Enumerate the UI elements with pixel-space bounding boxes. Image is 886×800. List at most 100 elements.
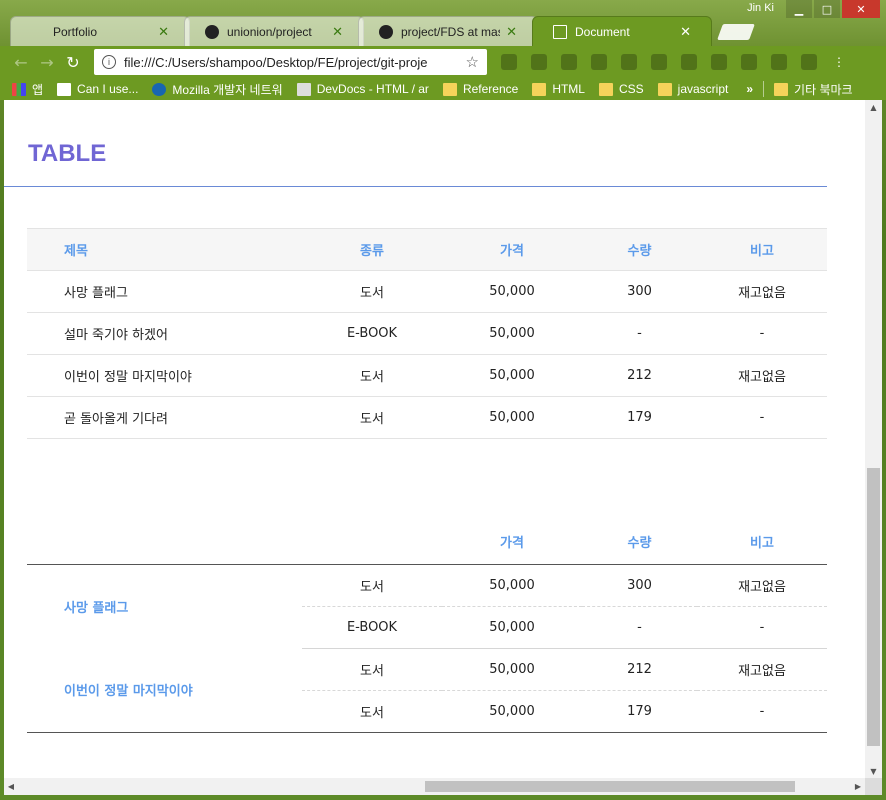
tab-close-icon[interactable]: ✕ [158, 24, 169, 40]
folder-icon [657, 82, 672, 96]
table-cell: 50,000 [489, 661, 535, 677]
bookmark-mdn[interactable]: Mozilla 개발자 네트워 [152, 81, 283, 98]
bookmark-label: 기타 북마크 [794, 82, 853, 97]
address-bar[interactable]: i file:///C:/Users/shampoo/Desktop/FE/pr… [94, 49, 487, 75]
back-button[interactable]: ← [8, 49, 34, 75]
table-cell: 도서 [302, 689, 442, 733]
table-cell: 50,000 [442, 689, 582, 733]
bookmark-apps[interactable]: 앱 [12, 81, 43, 98]
bookmark-label: DevDocs - HTML / ar [316, 82, 429, 96]
table-row: 이번이 정말 마지막이야 도서 50,000 212 재고없음 [27, 354, 827, 397]
bookmark-label: javascript [677, 82, 729, 96]
scroll-right-icon[interactable]: ▶ [851, 778, 865, 795]
table-cell: - [697, 312, 827, 355]
folder-icon [774, 82, 789, 96]
profile-name[interactable]: Jin Ki [747, 2, 774, 14]
grouped-table: 가격 수량 비고 사망 플래그 도서 50,000 300 재고없음 E-BOO… [27, 520, 827, 733]
table-cell: - [697, 396, 827, 439]
column-header: 수량 [582, 520, 697, 565]
table-cell: 설마 죽기야 하겠어 [27, 312, 302, 355]
table-cell: 이번이 정말 마지막이야 [27, 354, 302, 397]
url-text[interactable]: file:///C:/Users/shampoo/Desktop/FE/proj… [124, 55, 466, 70]
product-table: 제목 종류 가격 수량 비고 사망 플래그 도서 50,000 300 재고없음… [27, 228, 827, 439]
vertical-scrollbar[interactable]: ▲ ▼ [865, 100, 882, 778]
table-cell: 300 [627, 577, 652, 593]
tab-close-icon[interactable]: ✕ [506, 24, 517, 40]
folder-icon [532, 82, 547, 96]
table-cell: 곧 돌아올게 기다려 [27, 396, 302, 439]
column-header: 비고 [697, 520, 827, 565]
table-header-row: 가격 수량 비고 [27, 520, 827, 565]
table-cell: 300 [582, 270, 697, 313]
scroll-down-icon[interactable]: ▼ [865, 764, 882, 778]
column-header: 종류 [302, 228, 442, 271]
forward-button[interactable]: → [34, 49, 60, 75]
tab-portfolio[interactable]: Portfolio ✕ [10, 16, 190, 46]
bookmark-caniuse[interactable]: Can I use... [57, 82, 138, 96]
tab-label: Portfolio [53, 24, 98, 39]
bookmark-folder-reference[interactable]: Reference [442, 82, 518, 96]
bookmark-label: HTML [552, 82, 585, 96]
table-cell: - [582, 605, 697, 649]
table-cell: 도서 [302, 270, 442, 313]
title-bar: Jin Ki ▁ □ ✕ Portfolio ✕ unionion/projec… [0, 0, 886, 46]
scroll-left-icon[interactable]: ◀ [4, 778, 18, 795]
extension-icon[interactable] [617, 51, 641, 73]
gear-icon[interactable] [737, 51, 761, 73]
column-header: 수량 [582, 228, 697, 271]
tab-label: unionion/project [227, 24, 312, 39]
tab-unionion-project[interactable]: unionion/project ✕ [184, 16, 364, 46]
other-bookmarks[interactable]: 기타 북마크 [774, 81, 853, 98]
scroll-up-icon[interactable]: ▲ [865, 100, 882, 114]
table-cell: 50,000 [442, 396, 582, 439]
scrollbar-corner [865, 778, 882, 795]
new-tab-button[interactable] [717, 24, 755, 40]
group-title: 이번이 정말 마지막이야 [27, 648, 302, 733]
bookmark-folder-javascript[interactable]: javascript [657, 82, 729, 96]
extension-icon[interactable] [557, 51, 581, 73]
folder-icon [442, 82, 457, 96]
column-header: 제목 [27, 228, 302, 271]
bookmark-star-icon[interactable]: ☆ [466, 53, 479, 71]
group-title: 사망 플래그 [64, 600, 129, 616]
table-cell: 재고없음 [738, 579, 786, 595]
tab-close-icon[interactable]: ✕ [680, 24, 691, 40]
bookmarks-more-button[interactable]: » [746, 82, 753, 96]
divider [763, 81, 765, 97]
close-window-button[interactable]: ✕ [842, 0, 880, 18]
column-header [27, 520, 302, 565]
table-cell: 도서 [302, 396, 442, 439]
scroll-thumb[interactable] [867, 468, 880, 746]
extension-icon[interactable] [647, 51, 671, 73]
bookmark-folder-css[interactable]: CSS [598, 82, 644, 96]
info-icon[interactable]: i [102, 55, 116, 69]
horizontal-scrollbar[interactable]: ◀ ▶ [4, 778, 865, 795]
table-cell: 179 [582, 689, 697, 733]
github-icon [379, 24, 393, 39]
gear-icon[interactable] [587, 51, 611, 73]
reload-button[interactable]: ↻ [60, 49, 86, 75]
translate-icon[interactable] [677, 51, 701, 73]
extension-icon[interactable] [767, 51, 791, 73]
github-icon [205, 24, 219, 39]
grammar-icon[interactable] [797, 51, 821, 73]
tab-project-fds[interactable]: project/FDS at maste ✕ [358, 16, 538, 46]
scroll-thumb[interactable] [425, 781, 795, 792]
table-cell: E-BOOK [302, 312, 442, 355]
mdn-icon [152, 82, 167, 96]
maximize-button[interactable]: □ [814, 0, 840, 18]
tab-close-icon[interactable]: ✕ [332, 24, 343, 40]
table-cell: E-BOOK [302, 605, 442, 649]
table-row: 사망 플래그 도서 50,000 300 재고없음 [27, 270, 827, 313]
extension-icon[interactable] [527, 51, 551, 73]
caniuse-icon [57, 82, 72, 96]
bookmark-folder-html[interactable]: HTML [532, 82, 585, 96]
tab-document[interactable]: Document ✕ [532, 16, 712, 46]
bookmark-label: CSS [618, 82, 644, 96]
extension-icon[interactable] [707, 51, 731, 73]
extension-icon[interactable] [497, 51, 521, 73]
bookmark-label: Can I use... [77, 82, 139, 96]
minimize-button[interactable]: ▁ [786, 0, 812, 18]
menu-icon[interactable]: ⋮ [827, 51, 851, 73]
bookmark-devdocs[interactable]: DevDocs - HTML / ar [296, 82, 429, 96]
